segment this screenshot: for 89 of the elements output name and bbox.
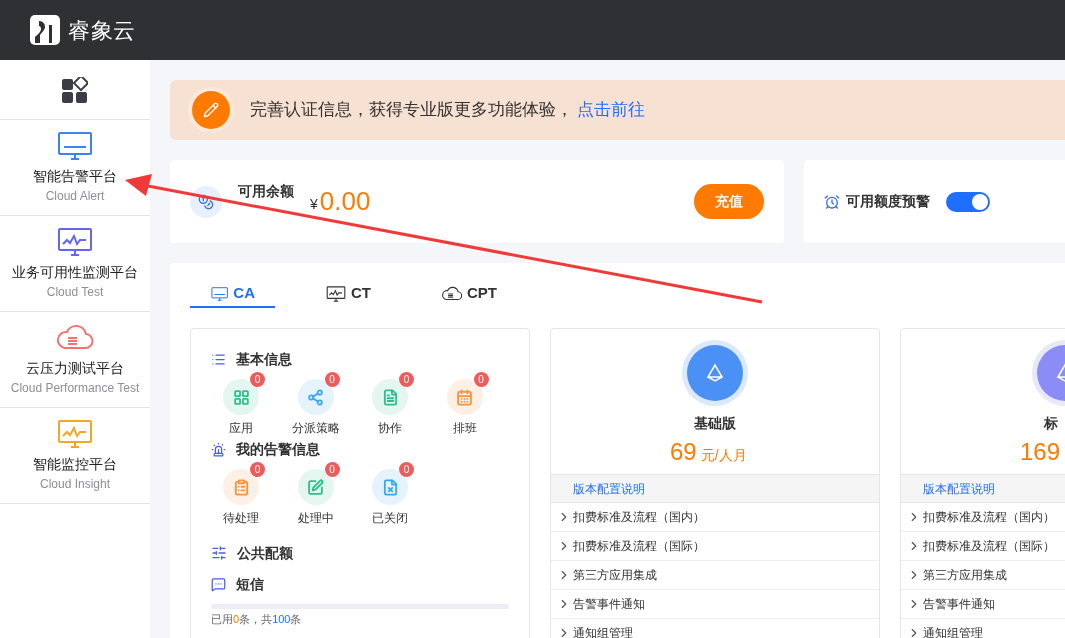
feature-row[interactable]: 通知组管理 [551,619,879,638]
logo-icon [30,15,60,45]
product-tab[interactable]: CPT [421,281,517,308]
feature-row[interactable]: 告警事件通知 [551,590,879,619]
shortcut-label: 协作 [378,420,402,437]
shortcut-label: 分派策略 [291,420,340,437]
product-tab[interactable]: CT [305,281,391,308]
monitor-icon [325,284,347,303]
currency-symbol: ¥ [310,195,318,214]
shortcut-item[interactable]: 0 排班 [434,373,495,437]
count-badge: 0 [324,372,340,387]
logo-text: 睿象云 [68,16,136,45]
count-badge: 0 [250,372,265,387]
feature-label: 告警事件通知 [923,596,995,613]
platform-title: 云压力测试平台 [26,359,124,378]
section-title: 公共配额 [237,543,293,563]
feature-row[interactable]: 通知组管理 [901,619,1065,638]
edit-icon [192,91,230,129]
cloud-icon [441,284,463,303]
feature-label: 第三方应用集成 [923,567,1007,584]
monitor-icon [55,226,95,258]
feature-label: 第三方应用集成 [573,567,657,584]
feature-row[interactable]: 扣费标准及流程（国内） [901,503,1065,532]
message-icon [211,576,226,592]
apps-icon [62,76,88,103]
quota-alert-label: 可用额度预警 [845,192,930,211]
feature-label: 通知组管理 [923,625,983,638]
shortcut-item[interactable]: 0 应用 [211,373,271,437]
feature-row[interactable]: 扣费标准及流程（国际） [901,532,1065,561]
shortcut-label: 排班 [452,420,477,437]
shortcut-label: 应用 [229,420,253,437]
plan-price: 169 [1020,437,1061,467]
sliders-icon [211,545,227,561]
monitor-icon [55,130,95,162]
shortcut-item[interactable]: 0 处理中 [285,463,346,527]
plan-price: 69 [670,437,697,467]
count-badge: 0 [399,372,414,387]
platform-menu-item[interactable]: 智能监控平台 Cloud Insight [0,408,150,504]
section-title: 我的告警信息 [236,439,320,459]
feature-row[interactable]: 告警事件通知 [901,590,1065,619]
feature-row[interactable]: 第三方应用集成 [901,561,1065,590]
price-unit: 元/人月 [700,446,747,465]
platform-title: 智能监控平台 [33,455,117,474]
config-link[interactable]: 版本配置说明 [923,479,995,498]
product-tab[interactable]: CA [190,281,275,308]
feature-row[interactable]: 第三方应用集成 [551,561,879,590]
balance-amount: 0.00 [319,185,371,218]
feature-label: 扣费标准及流程（国际） [923,538,1055,555]
platform-title: 业务可用性监测平台 [12,263,138,282]
shortcut-item[interactable]: 0 协作 [360,373,420,437]
shortcut-label: 已关闭 [372,510,408,527]
platform-subtitle: Cloud Performance Test [10,380,140,397]
monitor-icon [55,418,95,450]
plan-name: 标 [1044,414,1058,433]
feature-label: 告警事件通知 [573,596,645,613]
feature-row[interactable]: 扣费标准及流程（国际） [551,532,879,561]
shortcut-item[interactable]: 0 待处理 [211,463,271,527]
shortcut-item[interactable]: 0 已关闭 [360,463,420,527]
feature-label: 扣费标准及流程（国际） [573,538,705,555]
feature-row[interactable]: 扣费标准及流程（国内） [551,503,879,532]
platform-menu-item[interactable]: 业务可用性监测平台 Cloud Test [0,216,150,312]
feature-label: 扣费标准及流程（国内） [923,509,1055,526]
section-title: 基本信息 [236,349,292,369]
monitor-icon [210,284,230,303]
platform-subtitle: Cloud Insight [39,476,110,493]
sms-usage-text: 已用0条，共100条 [211,612,303,627]
feature-label: 扣费标准及流程（国内） [573,509,705,526]
count-badge: 0 [250,462,265,477]
sms-title: 短信 [236,574,264,594]
platform-menu-item[interactable]: 云压力测试平台 Cloud Performance Test [0,312,150,408]
alarm-icon [823,193,840,210]
balance-label: 可用余额 [238,182,294,201]
count-badge: 0 [324,462,340,477]
platform-title: 智能告警平台 [33,167,117,186]
toggle-switch[interactable] [945,191,990,212]
count-badge: 0 [399,462,414,477]
list-icon [211,351,226,367]
feature-label: 通知组管理 [573,625,633,638]
plan-name: 基础版 [694,414,736,433]
banner-text: 完善认证信息，获得专业版更多功能体验， 点击前往 [250,99,645,122]
platform-subtitle: Cloud Test [46,284,104,301]
config-link[interactable]: 版本配置说明 [573,479,645,498]
siren-icon [211,441,226,457]
banner-link[interactable]: 点击前往 [577,100,645,120]
shortcut-item[interactable]: 0 分派策略 [285,373,346,437]
platform-subtitle: Cloud Alert [45,188,105,205]
count-badge: 0 [473,372,489,387]
shortcut-label: 处理中 [297,510,334,527]
shortcut-label: 待处理 [223,510,259,527]
